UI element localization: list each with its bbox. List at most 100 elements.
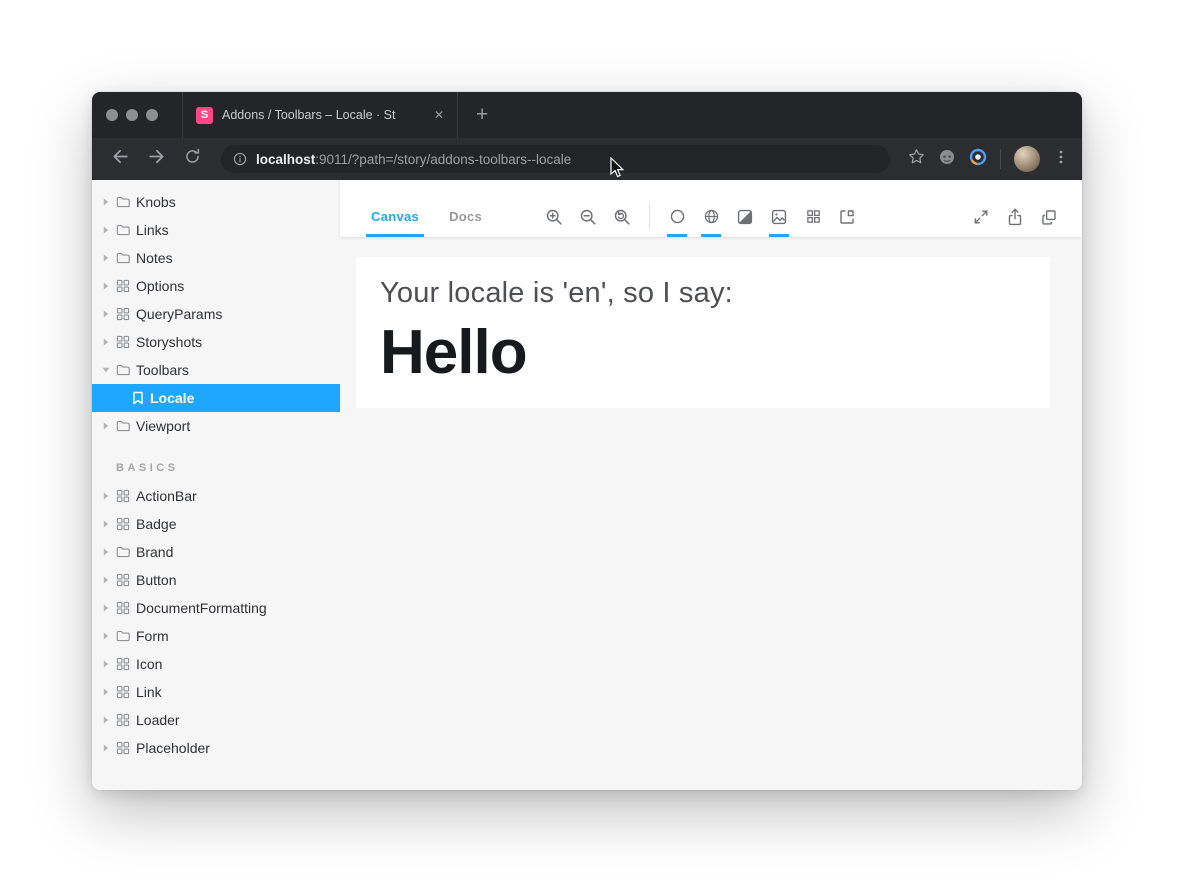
circle-tool-button[interactable]	[660, 196, 694, 237]
preview-area: Your locale is 'en', so I say: Hello	[340, 237, 1082, 790]
sidebar-item-label: Link	[136, 684, 162, 700]
circle-icon	[669, 208, 686, 225]
zoom-in-icon	[545, 208, 563, 226]
chevron-right-icon[interactable]	[102, 688, 110, 696]
bookmark-star-button[interactable]	[908, 144, 925, 174]
sidebar-item-label: Knobs	[136, 194, 176, 210]
layout-icon	[839, 209, 855, 225]
storybook-favicon: S	[196, 107, 213, 124]
chevron-right-icon[interactable]	[102, 548, 110, 556]
chevron-right-icon[interactable]	[102, 310, 110, 318]
close-window-button[interactable]	[106, 109, 118, 121]
chevron-right-icon[interactable]	[102, 576, 110, 584]
sidebar-item-loader[interactable]: Loader	[92, 706, 340, 734]
sidebar-item-badge[interactable]: Badge	[92, 510, 340, 538]
chevron-right-icon[interactable]	[102, 254, 110, 262]
image-tool-button[interactable]	[762, 196, 796, 237]
zoom-in-tool-button[interactable]	[537, 196, 571, 237]
profile-avatar[interactable]	[1014, 146, 1040, 172]
globe-icon	[703, 208, 720, 225]
sidebar-item-knobs[interactable]: Knobs	[92, 188, 340, 216]
browser-tab[interactable]: S Addons / Toolbars – Locale · St ✕	[182, 92, 458, 138]
sidebar-tree: Knobs LinksNotesOptions QueryParams Storysh…	[92, 188, 340, 762]
chevron-right-icon[interactable]	[102, 492, 110, 500]
chevron-right-icon[interactable]	[102, 282, 110, 290]
address-input[interactable]: localhost:9011/?path=/story/addons-toolb…	[221, 145, 890, 173]
sidebar-item-viewport[interactable]: Viewport	[92, 412, 340, 440]
folder-icon	[116, 419, 130, 433]
sidebar-item-options[interactable]: Options	[92, 272, 340, 300]
browser-titlebar: S Addons / Toolbars – Locale · St ✕ +	[92, 92, 1082, 138]
chevron-right-icon[interactable]	[102, 632, 110, 640]
copy-icon	[1041, 209, 1057, 225]
component-icon	[116, 573, 130, 587]
expand-tool-button[interactable]	[964, 196, 998, 237]
sidebar-item-documentformatting[interactable]: DocumentFormatting	[92, 594, 340, 622]
sidebar-item-notes[interactable]: Notes	[92, 244, 340, 272]
component-icon	[116, 601, 130, 615]
sidebar-item-label: Icon	[136, 656, 162, 672]
contrast-icon	[737, 209, 753, 225]
chevron-right-icon[interactable]	[102, 198, 110, 206]
new-tab-button[interactable]: +	[476, 103, 488, 127]
sidebar-item-label: Locale	[150, 390, 194, 406]
sidebar-item-icon[interactable]: Icon	[92, 650, 340, 678]
kebab-menu-icon	[1053, 149, 1069, 170]
sidebar-item-label: Form	[136, 628, 169, 644]
sidebar-item-brand[interactable]: Brand	[92, 538, 340, 566]
reload-button[interactable]	[177, 144, 207, 174]
sidebar-item-label: Brand	[136, 544, 173, 560]
chevron-right-icon[interactable]	[102, 660, 110, 668]
chevron-right-icon[interactable]	[102, 716, 110, 724]
chevron-right-icon[interactable]	[102, 226, 110, 234]
copy-tool-button[interactable]	[1032, 196, 1066, 237]
tab-canvas[interactable]: Canvas	[356, 196, 434, 237]
chevron-right-icon[interactable]	[102, 744, 110, 752]
component-icon	[116, 685, 130, 699]
sidebar-item-locale[interactable]: Locale	[92, 384, 340, 412]
addressbar-divider	[1000, 149, 1001, 169]
sidebar-item-links[interactable]: Links	[92, 216, 340, 244]
chevron-right-icon[interactable]	[102, 338, 110, 346]
sidebar-item-label: Button	[136, 572, 176, 588]
globe-tool-button[interactable]	[694, 196, 728, 237]
zoom-window-button[interactable]	[146, 109, 158, 121]
grid-tool-button[interactable]	[796, 196, 830, 237]
chevron-right-icon[interactable]	[102, 520, 110, 528]
contrast-tool-button[interactable]	[728, 196, 762, 237]
chevron-down-icon[interactable]	[102, 366, 110, 374]
sidebar-item-link[interactable]: Link	[92, 678, 340, 706]
sidebar-item-label: QueryParams	[136, 306, 222, 322]
sidebar-item-button[interactable]: Button	[92, 566, 340, 594]
sidebar-item-form[interactable]: Form	[92, 622, 340, 650]
tab-close-icon[interactable]: ✕	[434, 108, 444, 122]
chevron-right-icon[interactable]	[102, 604, 110, 612]
sidebar-item-storyshots[interactable]: Storyshots	[92, 328, 340, 356]
sidebar-item-toolbars[interactable]: Toolbars	[92, 356, 340, 384]
browser-tab-title: Addons / Toolbars – Locale · St	[222, 108, 425, 122]
url-path: :9011/?path=/story/addons-toolbars--loca…	[315, 152, 571, 167]
extension-button-2[interactable]	[969, 144, 987, 174]
sidebar-item-queryparams[interactable]: QueryParams	[92, 300, 340, 328]
sidebar-item-actionbar[interactable]: ActionBar	[92, 482, 340, 510]
tab-docs[interactable]: Docs	[434, 196, 497, 237]
extension-icon-2	[969, 148, 987, 171]
zoom-out-tool-button[interactable]	[571, 196, 605, 237]
share-tool-button[interactable]	[998, 196, 1032, 237]
expand-icon	[973, 209, 989, 225]
page-info-icon[interactable]	[233, 152, 247, 166]
layout-tool-button[interactable]	[830, 196, 864, 237]
component-icon	[116, 713, 130, 727]
forward-button[interactable]	[141, 144, 171, 174]
browser-menu-button[interactable]	[1053, 144, 1069, 174]
sidebar-item-placeholder[interactable]: Placeholder	[92, 734, 340, 762]
sidebar-section-header: BASICS	[92, 462, 340, 474]
minimize-window-button[interactable]	[126, 109, 138, 121]
back-button[interactable]	[105, 144, 135, 174]
sidebar-item-label: Toolbars	[136, 362, 189, 378]
chevron-right-icon[interactable]	[102, 422, 110, 430]
folder-icon	[116, 195, 130, 209]
folder-icon	[116, 545, 130, 559]
extension-button-1[interactable]	[938, 144, 956, 174]
zoom-reset-tool-button[interactable]	[605, 196, 639, 237]
